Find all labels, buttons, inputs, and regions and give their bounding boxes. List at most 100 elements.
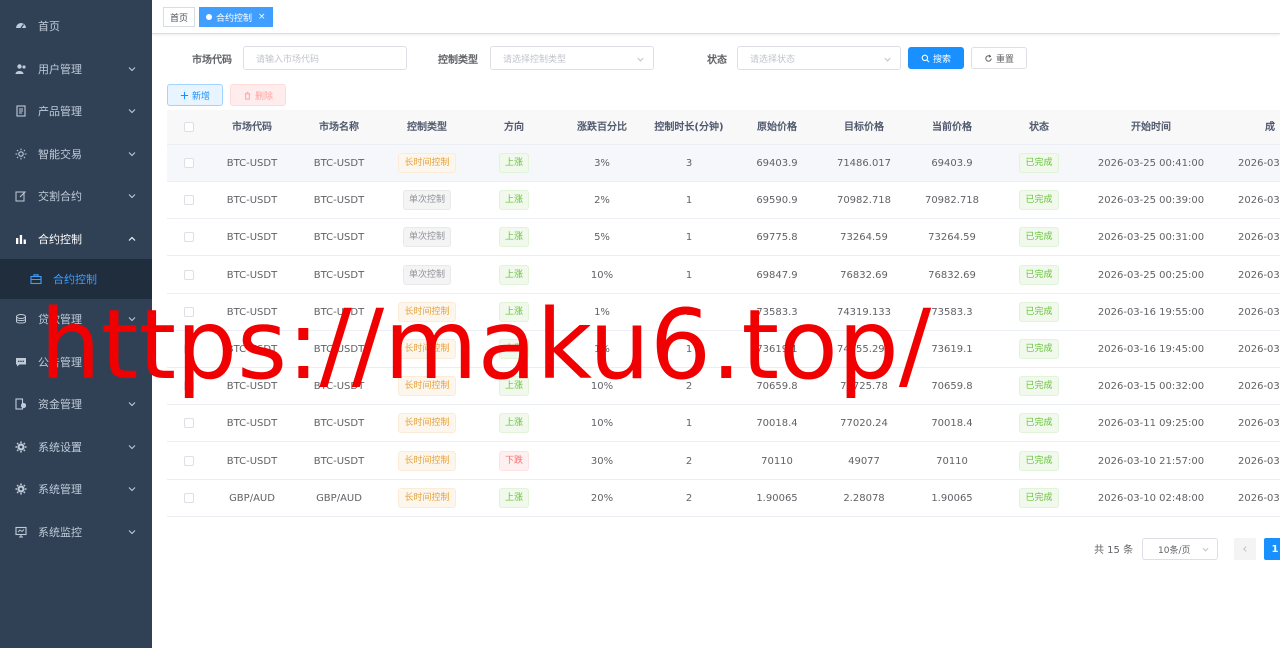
status-cell: 已完成 — [979, 480, 1099, 517]
cell-start: 2026-03-16 19:55:00 — [1097, 306, 1205, 318]
sidebar-item-label: 合约控制 — [38, 233, 82, 246]
status-badge: 已完成 — [1019, 301, 1059, 322]
cell-start: 2026-03-25 00:31:00 — [1097, 232, 1205, 244]
sidebar-item-1[interactable]: 用户管理 — [0, 49, 152, 89]
system-icon — [15, 483, 27, 495]
cell-end: 2026-03 — [1238, 158, 1280, 169]
cell-end: 2026-03 — [1238, 195, 1280, 207]
cell-end: 2026-03 — [1238, 418, 1280, 430]
chevron-down-icon — [127, 191, 137, 201]
tag-home[interactable]: 首页 — [163, 7, 196, 27]
chevron-down-icon — [883, 55, 892, 64]
sidebar-item-11[interactable]: 系统监控 — [0, 512, 152, 552]
status-cell: 已完成 — [979, 219, 1099, 256]
pagination-total: 共 15 条 — [1094, 545, 1134, 556]
control-type-tag: 长时间控制 — [398, 487, 456, 508]
chevron-down-icon — [127, 527, 137, 537]
cell-end: 2026-03 — [1238, 306, 1280, 318]
users-icon — [15, 63, 27, 75]
control-type-tag: 长时间控制 — [398, 450, 456, 471]
cell-start: 2026-03-10 21:57:00 — [1097, 455, 1205, 467]
cell-start: 2026-03-25 00:39:00 — [1097, 195, 1205, 207]
sidebar-item-5[interactable]: 合约控制 — [0, 219, 152, 259]
page-size-select[interactable]: 10条/页 — [1142, 538, 1218, 560]
control-type-tag: 长时间控制 — [398, 153, 456, 173]
status-badge: 已完成 — [1019, 339, 1059, 359]
control-type-placeholder: 请选择控制类型 — [503, 54, 567, 65]
cell-end: 2026-03 — [1238, 232, 1280, 244]
control-type-tag: 长时间控制 — [398, 413, 456, 434]
message-icon — [15, 356, 27, 368]
sidebar-item-label: 首页 — [38, 20, 60, 33]
sidebar-item-0[interactable]: 首页 — [0, 6, 152, 46]
prev-page-button[interactable] — [1234, 538, 1256, 560]
search-icon — [921, 54, 930, 62]
status-badge: 已完成 — [1019, 450, 1059, 471]
chevron-down-icon — [127, 484, 137, 494]
chevron-down-icon — [127, 106, 137, 116]
table-header: 市场代码 市场名称 控制类型 方向 涨跌百分比 控制时长(分钟) 原始价格 目标价格 当前价格状… — [167, 110, 1280, 145]
status-badge: 已完成 — [1019, 264, 1059, 285]
control-type-select[interactable]: 请选择控制类型 — [490, 46, 654, 70]
status-cell: 已完成 — [979, 257, 1099, 294]
sidebar-item-label: 系统管理 — [38, 483, 82, 496]
reset-button[interactable]: 重置 — [971, 47, 1027, 69]
sidebar-item-label: 系统设置 — [38, 441, 82, 454]
status-cell: 已完成 — [979, 331, 1099, 368]
table-row[interactable]: BTC-USDT BTC-USDT 长时间控制 上涨 10% 1 70018.4 77020.… — [167, 405, 1280, 443]
status-badge: 已完成 — [1019, 413, 1059, 434]
sidebar-item-3[interactable]: 智能交易 — [0, 134, 152, 174]
tag-contract-control[interactable]: 合约控制 × — [199, 7, 273, 27]
page-size-label: 10条/页 — [1158, 545, 1191, 556]
direction-tag: 上涨 — [498, 487, 529, 508]
status-select[interactable]: 请选择状态 — [737, 46, 901, 70]
status-badge: 已完成 — [1019, 487, 1059, 508]
sidebar-item-9[interactable]: 系统设置 — [0, 427, 152, 467]
search-button[interactable]: 搜索 — [908, 47, 964, 69]
status-badge: 已完成 — [1019, 227, 1059, 248]
cell-end: 2026-03 — [1238, 344, 1280, 355]
delete-button[interactable]: 删除 — [230, 84, 286, 106]
table-row[interactable]: BTC-USDT BTC-USDT 单次控制 上涨 5% 1 69775.8 73264.59… — [167, 219, 1280, 257]
add-button[interactable]: 新增 — [167, 84, 223, 106]
briefcase-icon — [30, 273, 42, 285]
cell-start: 2026-03-11 09:25:00 — [1097, 418, 1205, 430]
market-code-input[interactable]: 请输入市场代码 — [243, 46, 407, 70]
cell-start: 2026-03-10 02:48:00 — [1097, 492, 1205, 504]
sidebar-item-label: 智能交易 — [38, 148, 82, 161]
status-placeholder: 请选择状态 — [750, 54, 796, 65]
table-row[interactable]: BTC-USDT BTC-USDT 长时间控制 上涨 3% 3 69403.9 71486.0… — [167, 145, 1280, 182]
sidebar-item-2[interactable]: 产品管理 — [0, 91, 152, 131]
close-icon[interactable]: × — [258, 12, 266, 22]
sidebar-item-label: 系统监控 — [38, 526, 82, 539]
table-row[interactable]: BTC-USDT BTC-USDT 单次控制 上涨 2% 1 69590.9 70982.71… — [167, 182, 1280, 220]
search-button-label: 搜索 — [932, 54, 951, 65]
cell-start: 2026-03-25 00:41:00 — [1097, 158, 1205, 169]
control-type-tag: 单次控制 — [402, 227, 451, 248]
plus-icon — [180, 91, 189, 99]
table-row[interactable]: GBP/AUD GBP/AUD 长时间控制 上涨 20% 2 1.90065 2.28078 1… — [167, 479, 1280, 517]
table-row[interactable]: BTC-USDT BTC-USDT 长时间控制 下跌 30% 2 70110 49077 701… — [167, 442, 1280, 480]
refresh-icon — [985, 54, 992, 62]
tag-active-label: 合约控制 — [216, 13, 253, 24]
direction-tag: 上涨 — [498, 227, 529, 248]
monitor-icon — [15, 526, 27, 538]
column-header: 状态 — [1029, 122, 1049, 133]
sun-icon — [15, 148, 27, 160]
tags-view-bar: 首页 合约控制 × — [152, 0, 1280, 34]
sidebar-item-4[interactable]: 交割合约 — [0, 176, 152, 216]
sidebar-item-label: 交割合约 — [38, 190, 82, 203]
control-type-tag: 单次控制 — [402, 264, 451, 285]
sidebar-subitem-label: 合约控制 — [53, 273, 97, 286]
direction-tag: 上涨 — [498, 264, 529, 285]
dashboard-icon — [15, 20, 27, 32]
status-cell: 已完成 — [979, 443, 1099, 480]
status-cell: 已完成 — [979, 182, 1099, 219]
watermark-text: https://maku6.top/ — [40, 289, 932, 401]
sidebar-item-10[interactable]: 系统管理 — [0, 469, 152, 509]
market-code-placeholder: 请输入市场代码 — [256, 54, 320, 65]
chevron-up-icon — [127, 234, 137, 244]
chevron-down-icon — [127, 64, 137, 74]
page-number-current[interactable]: 1 — [1264, 538, 1280, 560]
cell-end: 2026-03 — [1238, 269, 1280, 281]
